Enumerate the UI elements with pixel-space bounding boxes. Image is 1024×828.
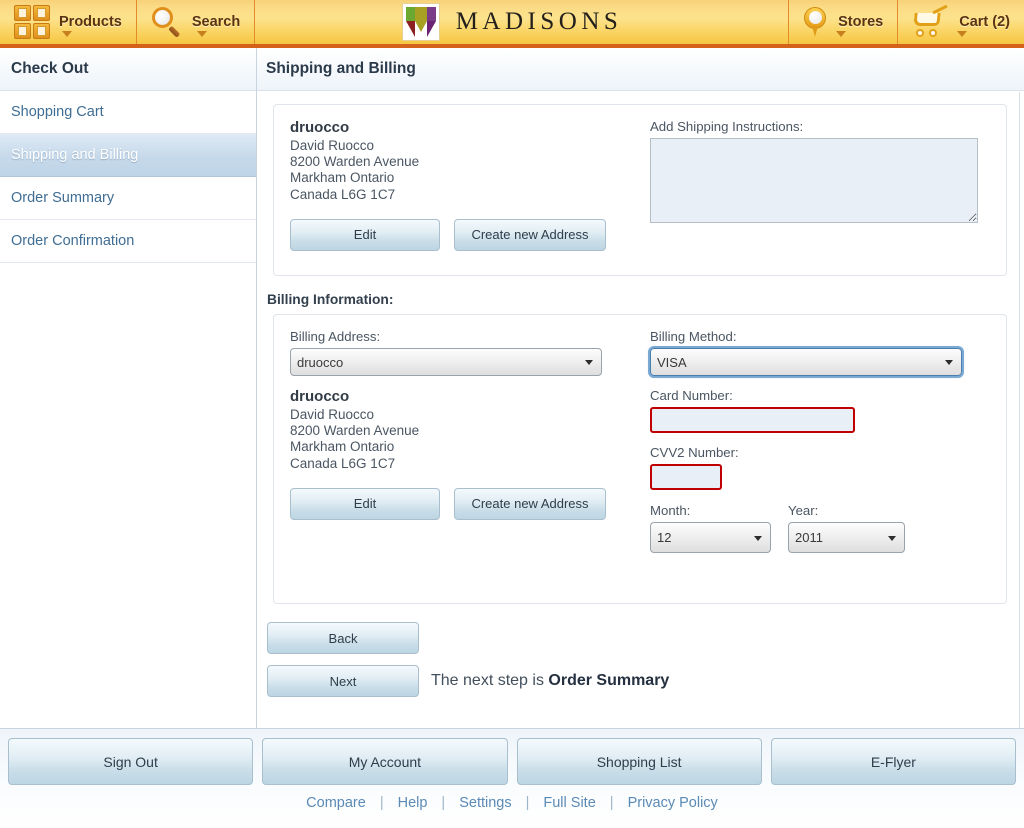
shipping-instructions-input[interactable] xyxy=(650,138,978,223)
main-content: Shipping and Billing druocco David Ruocc… xyxy=(257,48,1024,728)
sidebar-item-label: Shopping Cart xyxy=(11,104,104,120)
sidebar-item-label: Shipping and Billing xyxy=(11,147,138,163)
shipping-address-name: David Ruocco xyxy=(290,138,642,154)
chevron-down-icon xyxy=(836,31,846,37)
nav-search[interactable]: Search xyxy=(137,0,255,44)
shipping-panel: druocco David Ruocco 8200 Warden Avenue … xyxy=(273,104,1007,276)
search-icon xyxy=(151,6,183,38)
content-scroll-region: druocco David Ruocco 8200 Warden Avenue … xyxy=(257,92,1020,728)
billing-address-block: Billing Address: druocco druocco David R… xyxy=(290,329,642,587)
billing-method-select[interactable]: VISA xyxy=(650,348,962,376)
expiry-month-select[interactable]: 12 xyxy=(650,522,771,553)
brand-name: MADISONS xyxy=(456,8,623,36)
shipping-instructions-label: Add Shipping Instructions: xyxy=(650,119,978,134)
shipping-address-country: Canada L6G 1C7 xyxy=(290,187,642,203)
billing-address-city: Markham Ontario xyxy=(290,439,642,455)
sidebar-item-label: Order Summary xyxy=(11,190,114,206)
shipping-edit-address-button[interactable]: Edit xyxy=(290,219,440,251)
shipping-address-city: Markham Ontario xyxy=(290,170,642,186)
billing-create-new-address-button[interactable]: Create new Address xyxy=(454,488,606,520)
chevron-down-icon xyxy=(957,31,967,37)
next-step-name: Order Summary xyxy=(548,672,669,689)
shipping-address-street: 8200 Warden Avenue xyxy=(290,154,642,170)
sidebar-item-shipping-and-billing[interactable]: Shipping and Billing xyxy=(0,134,256,177)
billing-address-select-wrap: druocco xyxy=(290,348,602,376)
checkout-sidebar: Check Out Shopping Cart Shipping and Bil… xyxy=(0,48,257,728)
expiry-year-select[interactable]: 2011 xyxy=(788,522,905,553)
billing-address-select[interactable]: druocco xyxy=(290,348,602,376)
sign-out-button[interactable]: Sign Out xyxy=(8,738,253,785)
expiry-month-group: Month: 12 xyxy=(650,503,771,553)
location-pin-icon xyxy=(803,6,829,38)
next-step-prefix: The next step is xyxy=(431,672,548,689)
billing-address-country: Canada L6G 1C7 xyxy=(290,456,642,472)
site-footer: Sign Out My Account Shopping List E-Flye… xyxy=(0,728,1024,828)
billing-edit-address-button[interactable]: Edit xyxy=(290,488,440,520)
expiry-year-group: Year: 2011 xyxy=(788,503,905,553)
cvv2-label: CVV2 Number: xyxy=(650,445,962,460)
my-account-button[interactable]: My Account xyxy=(262,738,507,785)
e-flyer-button[interactable]: E-Flyer xyxy=(771,738,1016,785)
footer-button-row: Sign Out My Account Shopping List E-Flye… xyxy=(0,729,1024,785)
billing-address-name: David Ruocco xyxy=(290,407,642,423)
shipping-instructions-block: Add Shipping Instructions: xyxy=(642,119,978,259)
nav-stores-label: Stores xyxy=(838,15,883,30)
sidebar-item-order-summary[interactable]: Order Summary xyxy=(0,177,256,220)
year-label: Year: xyxy=(788,503,905,518)
sidebar-item-shopping-cart[interactable]: Shopping Cart xyxy=(0,91,256,134)
shipping-address-nickname: druocco xyxy=(290,119,642,136)
footer-link-row: Compare | Help | Settings | Full Site | … xyxy=(0,795,1024,811)
billing-address-street: 8200 Warden Avenue xyxy=(290,423,642,439)
shipping-address-block: druocco David Ruocco 8200 Warden Avenue … xyxy=(290,119,642,259)
next-step-text: The next step is Order Summary xyxy=(431,672,669,690)
shopping-cart-icon xyxy=(912,7,950,37)
billing-address-label: Billing Address: xyxy=(290,329,642,344)
nav-cart-label: Cart (2) xyxy=(959,15,1010,30)
nav-cart[interactable]: Cart (2) xyxy=(897,0,1024,44)
sidebar-item-label: Order Confirmation xyxy=(11,233,134,249)
site-header: Products Search Stores Cart (2) xyxy=(0,0,1024,48)
nav-products-label: Products xyxy=(59,15,122,30)
card-number-input[interactable] xyxy=(650,407,855,433)
month-select-wrap: 12 xyxy=(650,522,771,553)
billing-payment-block: Billing Method: VISA Card Number: CVV2 N… xyxy=(642,329,962,587)
page-body: Check Out Shopping Cart Shipping and Bil… xyxy=(0,48,1024,728)
page-title: Shipping and Billing xyxy=(257,48,1024,91)
card-number-label: Card Number: xyxy=(650,388,962,403)
cvv2-input[interactable] xyxy=(650,464,722,490)
shopping-list-button[interactable]: Shopping List xyxy=(517,738,762,785)
footer-link-help[interactable]: Help xyxy=(384,795,442,811)
billing-panel: Billing Address: druocco druocco David R… xyxy=(273,314,1007,604)
madisons-m-logo[interactable] xyxy=(402,3,440,41)
chevron-down-icon xyxy=(197,31,207,37)
footer-link-settings[interactable]: Settings xyxy=(445,795,525,811)
billing-method-label: Billing Method: xyxy=(650,329,962,344)
footer-link-compare[interactable]: Compare xyxy=(292,795,380,811)
sidebar-item-order-confirmation[interactable]: Order Confirmation xyxy=(0,220,256,263)
year-select-wrap: 2011 xyxy=(788,522,905,553)
nav-search-label: Search xyxy=(192,15,240,30)
billing-method-select-wrap: VISA xyxy=(650,348,962,376)
shipping-create-new-address-button[interactable]: Create new Address xyxy=(454,219,606,251)
footer-link-privacy-policy[interactable]: Privacy Policy xyxy=(614,795,732,811)
billing-information-heading: Billing Information: xyxy=(267,292,1019,307)
next-button[interactable]: Next xyxy=(267,665,419,697)
back-button[interactable]: Back xyxy=(267,622,419,654)
footer-link-full-site[interactable]: Full Site xyxy=(529,795,609,811)
month-label: Month: xyxy=(650,503,771,518)
grid-icon xyxy=(14,5,50,39)
nav-stores[interactable]: Stores xyxy=(788,0,897,44)
step-navigation: Back Next The next step is Order Summary xyxy=(267,622,1019,697)
sidebar-title: Check Out xyxy=(0,48,256,91)
billing-address-nickname: druocco xyxy=(290,388,642,405)
chevron-down-icon xyxy=(62,31,72,37)
nav-products[interactable]: Products xyxy=(0,0,137,44)
